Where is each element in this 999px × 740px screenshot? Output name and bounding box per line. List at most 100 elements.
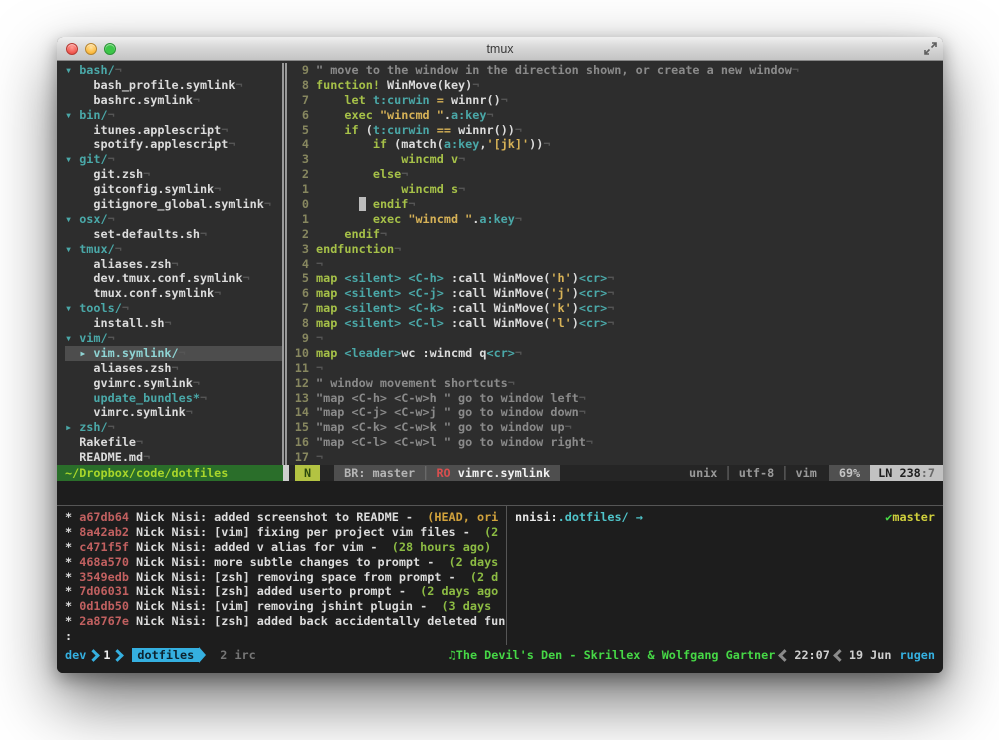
tree-item[interactable]: tmux.conf.symlink¬	[65, 286, 282, 301]
tree-item[interactable]: git.zsh¬	[65, 167, 282, 182]
line-number-gutter: 7	[287, 301, 309, 316]
tree-item[interactable]: ▾ tools/¬	[65, 301, 282, 316]
chevron-left-icon	[833, 649, 846, 662]
line-number-gutter: 4	[287, 257, 309, 272]
line-number-gutter: 8	[287, 316, 309, 331]
log-line: * 468a570 Nick Nisi: more subtle changes…	[65, 555, 506, 570]
log-line: * 2a8767e Nick Nisi: [zsh] added back ac…	[65, 614, 506, 629]
code-line[interactable]: 6map <silent> <C-j> :call WinMove('j')<c…	[287, 286, 943, 301]
tree-item[interactable]: ▸ zsh/¬	[65, 420, 282, 435]
tree-item[interactable]: ▾ osx/¬	[65, 212, 282, 227]
code-line[interactable]: 5map <silent> <C-h> :call WinMove('h')<c…	[287, 271, 943, 286]
line-number-gutter: 3	[287, 242, 309, 257]
code-line[interactable]: 3 wincmd v¬	[287, 152, 943, 167]
code-line[interactable]: 4¬	[287, 257, 943, 272]
line-number-gutter: 16	[287, 435, 309, 450]
tree-item[interactable]: ▾ git/¬	[65, 152, 282, 167]
column-number: :7	[921, 466, 935, 480]
code-line[interactable]: 16"map <C-l> <C-w>l " go to window right…	[287, 435, 943, 450]
line-number-gutter: 2	[287, 227, 309, 242]
prompt-path: .dotfiles/	[558, 510, 636, 525]
code-line[interactable]: 1 exec "wincmd ".a:key¬	[287, 212, 943, 227]
tree-item[interactable]: ▾ bin/¬	[65, 108, 282, 123]
terminal-content: ▾ bash/¬ bash_profile.symlink¬ bashrc.sy…	[57, 61, 943, 673]
prompt-arrow-icon: →	[636, 510, 643, 525]
code-line[interactable]: 2 endif¬	[287, 227, 943, 242]
git-log-pane[interactable]: * a67db64 Nick Nisi: added screenshot to…	[57, 506, 506, 645]
code-line[interactable]: 0 endif¬	[287, 197, 943, 212]
code-line[interactable]: 3endfunction¬	[287, 242, 943, 257]
code-line[interactable]: 10map <leader>wc :wincmd q<cr>¬	[287, 346, 943, 361]
tree-item[interactable]: ▾ bash/¬	[65, 63, 282, 78]
file-info: unix │ utf-8 │ vim	[689, 465, 817, 481]
tree-item[interactable]: itunes.applescript¬	[65, 123, 282, 138]
code-pane[interactable]: 9" move to the window in the direction s…	[287, 63, 943, 465]
zoom-button[interactable]	[104, 43, 116, 55]
window-titlebar[interactable]: tmux	[57, 37, 943, 61]
tree-item[interactable]: spotify.applescript¬	[65, 137, 282, 152]
date: 19 Jun	[849, 648, 892, 662]
fileformat: unix	[689, 466, 717, 480]
tree-item[interactable]: set-defaults.sh¬	[65, 227, 282, 242]
prompt-git-status: ✔master	[885, 510, 935, 525]
line-number-gutter: 4	[287, 137, 309, 152]
resize-icon[interactable]	[924, 42, 937, 55]
line-number-gutter: 9	[287, 63, 309, 78]
tree-item[interactable]: aliases.zsh¬	[65, 257, 282, 272]
close-button[interactable]	[66, 43, 78, 55]
tree-item[interactable]: install.sh¬	[65, 316, 282, 331]
line-number-gutter: 14	[287, 405, 309, 420]
code-line[interactable]: 9" move to the window in the direction s…	[287, 63, 943, 78]
code-line[interactable]: 15"map <C-k> <C-w>k " go to window up¬	[287, 420, 943, 435]
tree-item[interactable]: dev.tmux.conf.symlink¬	[65, 271, 282, 286]
code-line[interactable]: 12" window movement shortcuts¬	[287, 376, 943, 391]
log-line: * 8a42ab2 Nick Nisi: [vim] fixing per pr…	[65, 525, 506, 540]
vim-statusline: ~/Dropbox/code/dotfiles N BR: master │ R…	[57, 465, 943, 481]
git-branch: master	[892, 510, 935, 524]
code-line[interactable]: 17¬	[287, 450, 943, 465]
tree-item[interactable]: gitignore_global.symlink¬	[65, 197, 282, 212]
mode-indicator: N	[295, 465, 320, 481]
tmux-bar-right: ♫ The Devil's Den - Skrillex & Wolfgang …	[449, 648, 935, 662]
vim-command-line[interactable]	[57, 481, 943, 501]
line-number-gutter: 2	[287, 167, 309, 182]
tree-item[interactable]: bashrc.symlink¬	[65, 93, 282, 108]
tmux-session-name: dev	[65, 648, 86, 662]
tree-item[interactable]: ▾ tmux/¬	[65, 242, 282, 257]
tree-item[interactable]: ▾ vim/¬	[65, 331, 282, 346]
tree-item[interactable]: Rakefile¬	[65, 435, 282, 450]
tree-item[interactable]: README.md¬	[65, 450, 282, 465]
tree-item[interactable]: aliases.zsh¬	[65, 361, 282, 376]
code-line[interactable]: 4 if (match(a:key,'[jk]'))¬	[287, 137, 943, 152]
code-line[interactable]: 13"map <C-h> <C-w>h " go to window left¬	[287, 391, 943, 406]
code-line[interactable]: 7 let t:curwin = winnr()¬	[287, 93, 943, 108]
code-line[interactable]: 14"map <C-j> <C-w>j " go to window down¬	[287, 405, 943, 420]
tmux-window-1-index[interactable]: 1	[103, 648, 110, 662]
line-number-gutter: 8	[287, 78, 309, 93]
tmux-window-1-name[interactable]: dotfiles	[132, 648, 199, 662]
line-number-gutter: 1	[287, 182, 309, 197]
code-line[interactable]: 6 exec "wincmd ".a:key¬	[287, 108, 943, 123]
tree-item[interactable]: ▸ vim.symlink/¬	[65, 346, 282, 361]
code-line[interactable]: 2 else¬	[287, 167, 943, 182]
line-number-gutter: 5	[287, 123, 309, 138]
tree-item[interactable]: gitconfig.symlink¬	[65, 182, 282, 197]
shell-pane[interactable]: nnisi:.dotfiles/ → ✔master	[507, 506, 943, 645]
code-line[interactable]: 5 if (t:curwin == winnr())¬	[287, 123, 943, 138]
log-line: :	[65, 629, 506, 644]
tree-item[interactable]: update_bundles*¬	[65, 391, 282, 406]
code-line[interactable]: 8function! WinMove(key)¬	[287, 78, 943, 93]
line-number-gutter: 6	[287, 108, 309, 123]
nerdtree-pane[interactable]: ▾ bash/¬ bash_profile.symlink¬ bashrc.sy…	[57, 63, 282, 465]
tmux-window-2[interactable]: 2 irc	[220, 648, 256, 662]
code-line[interactable]: 11¬	[287, 361, 943, 376]
code-line[interactable]: 7map <silent> <C-k> :call WinMove('k')<c…	[287, 301, 943, 316]
tree-item[interactable]: vimrc.symlink¬	[65, 405, 282, 420]
tree-item[interactable]: bash_profile.symlink¬	[65, 78, 282, 93]
code-line[interactable]: 9¬	[287, 331, 943, 346]
tree-item[interactable]: gvimrc.symlink¬	[65, 376, 282, 391]
minimize-button[interactable]	[85, 43, 97, 55]
code-line[interactable]: 8map <silent> <C-l> :call WinMove('l')<c…	[287, 316, 943, 331]
window-title: tmux	[57, 42, 943, 56]
code-line[interactable]: 1 wincmd s¬	[287, 182, 943, 197]
